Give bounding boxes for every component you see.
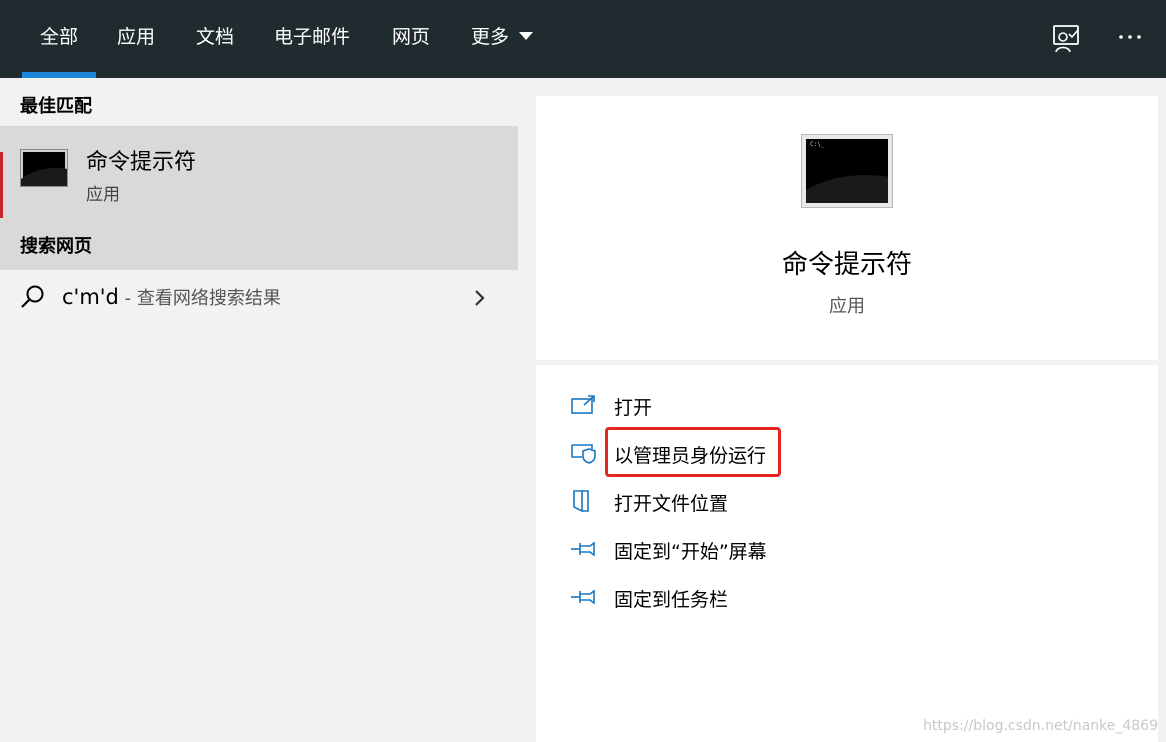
tab-email[interactable]: 电子邮件 <box>274 0 350 78</box>
action-pin-to-taskbar[interactable]: 固定到任务栏 <box>570 579 1130 615</box>
app-preview-panel: C:\_ 命令提示符 应用 <box>536 96 1158 360</box>
web-search-result[interactable]: c'm'd - 查看网络搜索结果 <box>0 270 518 342</box>
pin-taskbar-icon <box>571 589 595 605</box>
best-match-result[interactable]: 命令提示符 应用 搜索网页 <box>0 126 518 270</box>
results-pane: 最佳匹配 命令提示符 应用 搜索网页 c'm'd - 查看网络搜索结果 <box>0 78 518 742</box>
watermark: https://blog.csdn.net/nanke_4869 <box>923 718 1158 734</box>
action-open-label: 打开 <box>614 397 653 419</box>
best-match-heading: 最佳匹配 <box>20 96 92 117</box>
query-text: c'm'd <box>62 285 119 309</box>
feedback-icon[interactable] <box>1050 22 1084 56</box>
action-pin-to-start[interactable]: 固定到“开始”屏幕 <box>570 531 1130 567</box>
cmd-prompt-text: C:\_ <box>810 141 825 148</box>
caret-down-icon <box>519 31 534 40</box>
tab-more-label: 更多 <box>471 26 510 48</box>
preview-app-subtitle: 应用 <box>829 296 865 317</box>
chevron-right-icon[interactable] <box>470 286 490 310</box>
pin-start-icon <box>571 541 595 557</box>
action-run-as-admin-label: 以管理员身份运行 <box>614 445 767 467</box>
query-hint: - 查看网络搜索结果 <box>118 288 281 309</box>
more-options-icon[interactable] <box>1114 22 1148 56</box>
action-open[interactable]: 打开 <box>570 387 1130 423</box>
tab-web[interactable]: 网页 <box>392 0 430 78</box>
best-match-title: 命令提示符 <box>86 150 197 175</box>
search-icon <box>21 285 44 308</box>
cmd-large-icon: C:\_ <box>801 134 893 208</box>
best-match-subtitle: 应用 <box>86 185 120 205</box>
selection-accent <box>0 152 3 218</box>
tab-apps[interactable]: 应用 <box>117 0 155 78</box>
action-open-file-location-label: 打开文件位置 <box>614 493 729 515</box>
cmd-app-icon <box>20 149 68 187</box>
web-search-heading: 搜索网页 <box>20 236 92 257</box>
web-search-query: c'm'd - 查看网络搜索结果 <box>62 284 281 310</box>
top-tab-bar: 全部 应用 文档 电子邮件 网页 更多 <box>0 0 1166 78</box>
open-icon <box>571 395 595 414</box>
action-pin-to-start-label: 固定到“开始”屏幕 <box>614 541 767 563</box>
tab-more[interactable]: 更多 <box>471 0 534 78</box>
app-actions-panel: 打开 以管理员身份运行 打开文件位置 固定到“开始”屏幕 固定到任务栏 <box>536 365 1158 742</box>
tab-all[interactable]: 全部 <box>21 0 97 78</box>
file-location-icon <box>573 490 589 513</box>
shield-admin-icon <box>571 444 596 464</box>
action-run-as-admin[interactable]: 以管理员身份运行 <box>570 435 1130 471</box>
preview-app-title: 命令提示符 <box>781 250 912 280</box>
cmd-screen: C:\_ <box>806 139 888 203</box>
tab-documents[interactable]: 文档 <box>196 0 234 78</box>
action-pin-to-taskbar-label: 固定到任务栏 <box>614 589 729 611</box>
action-open-file-location[interactable]: 打开文件位置 <box>570 483 1130 519</box>
